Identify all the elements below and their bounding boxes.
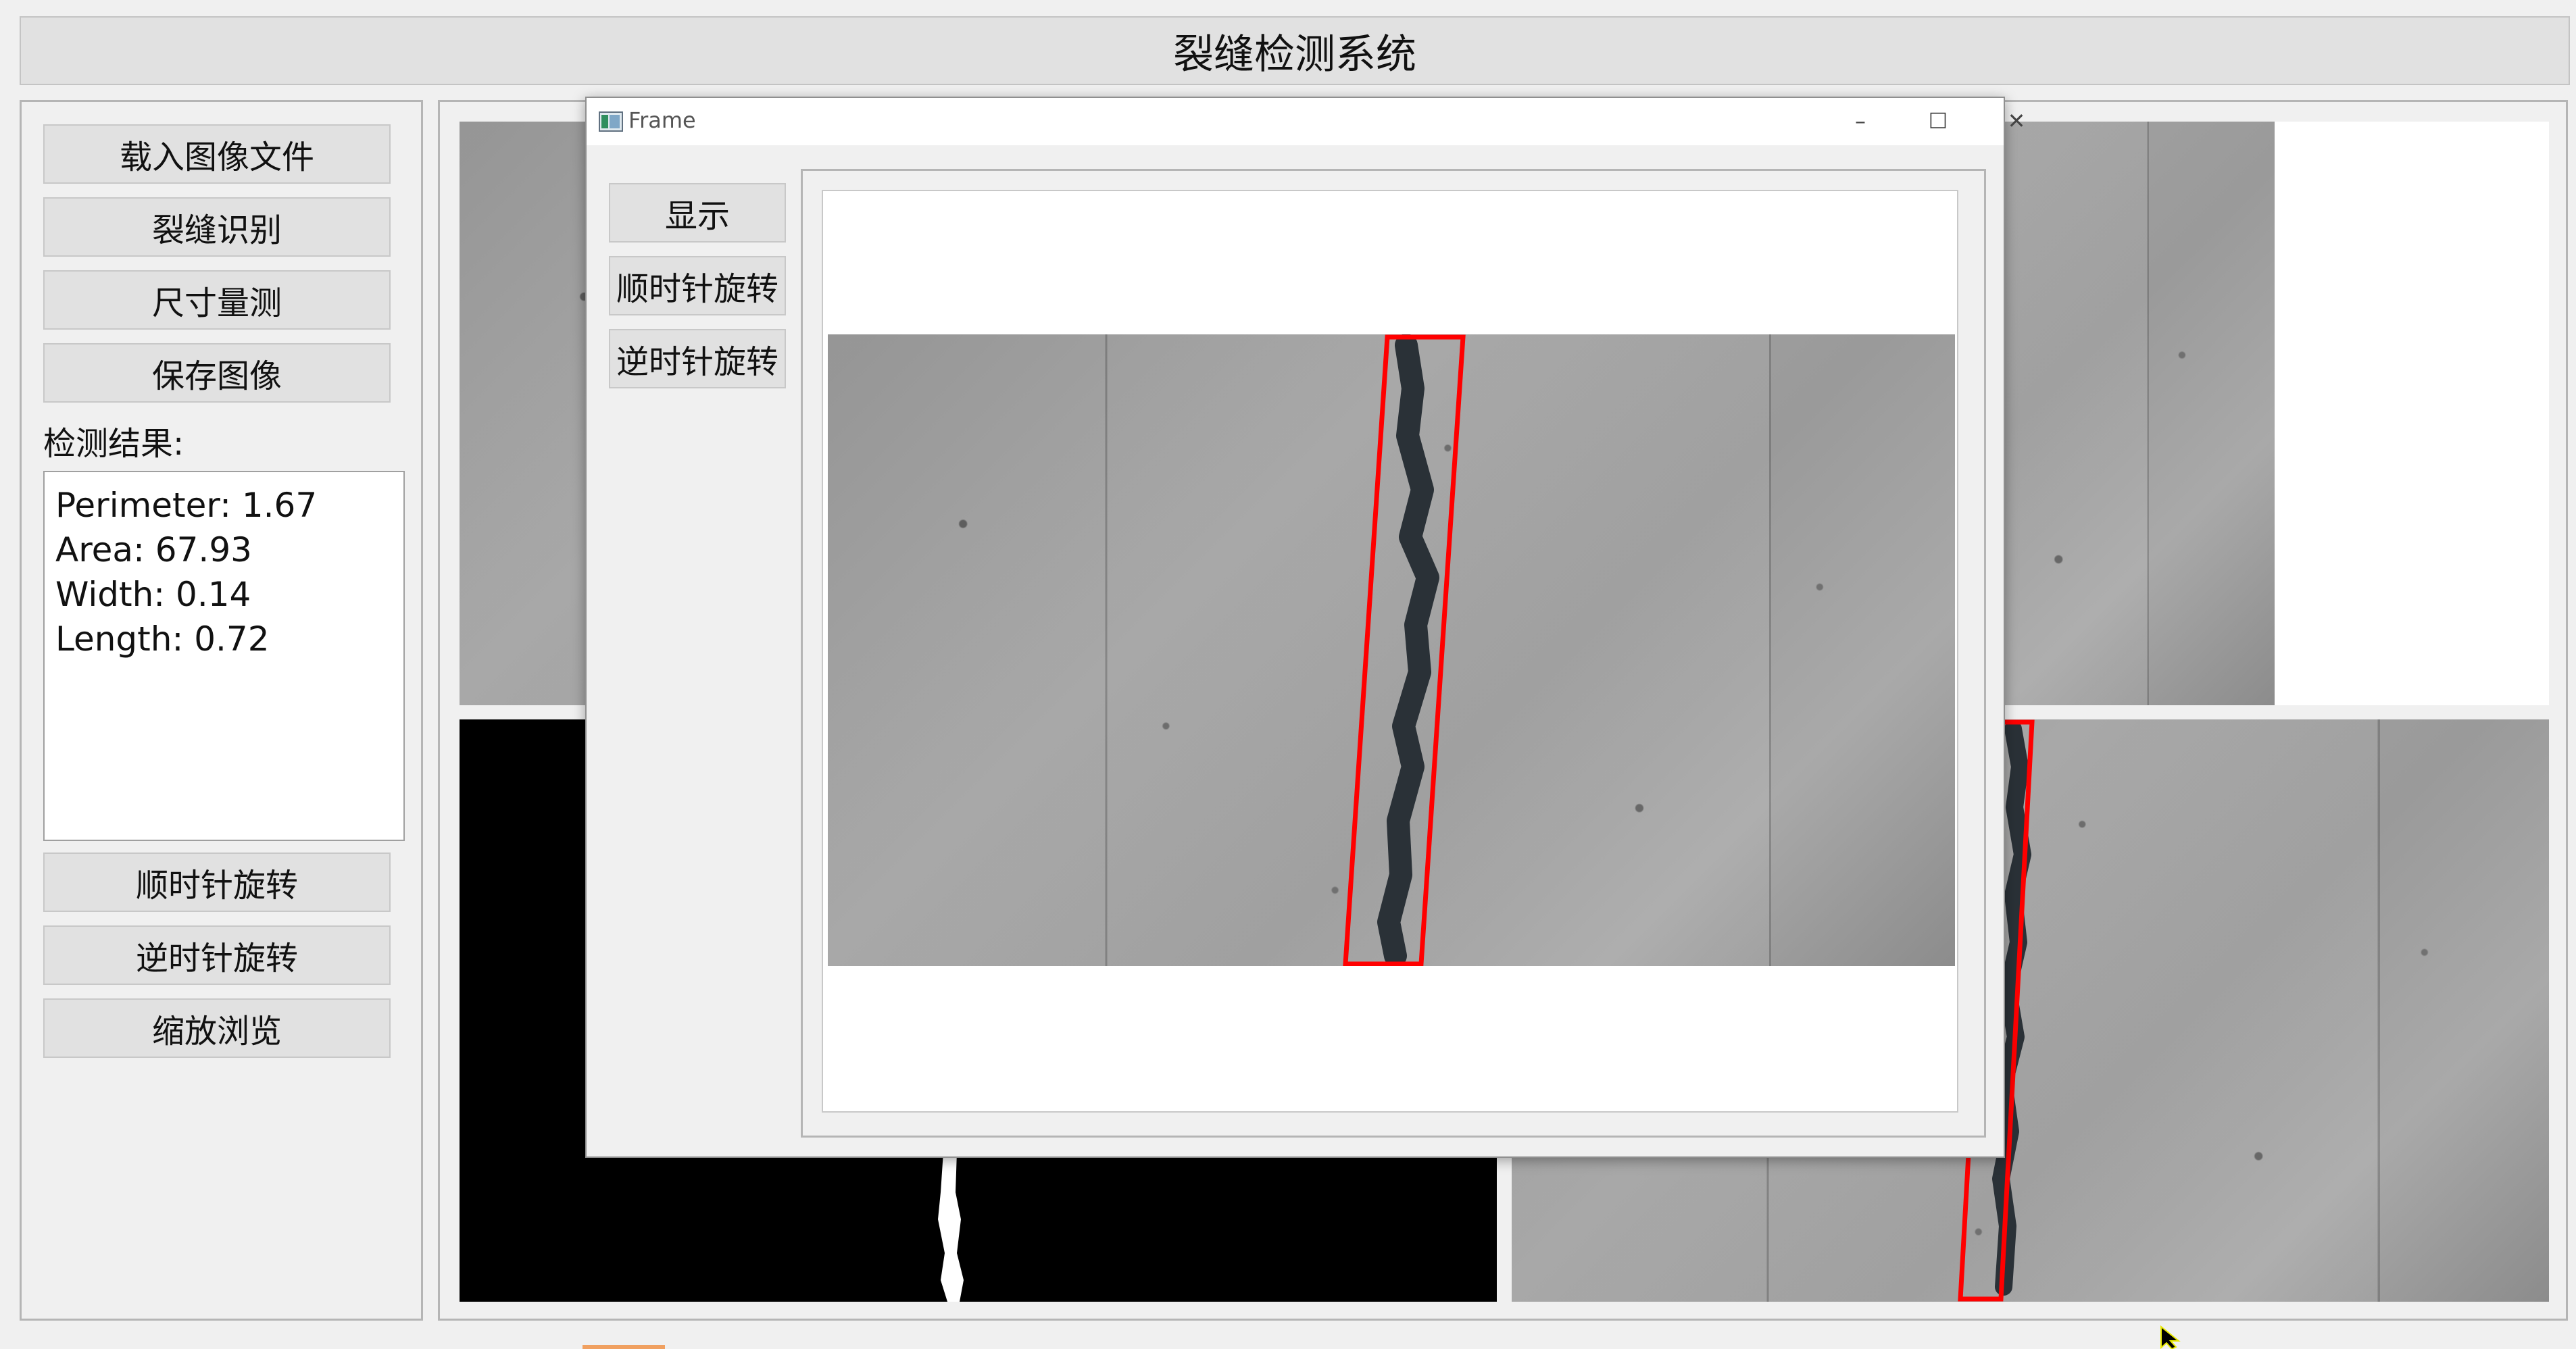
dialog-title: Frame: [628, 107, 696, 133]
result-textbox[interactable]: Perimeter: 1.67 Area: 67.93 Width: 0.14 …: [43, 471, 405, 841]
close-icon[interactable]: ✕: [1989, 103, 2044, 138]
show-button[interactable]: 显示: [609, 183, 786, 243]
rotate-clockwise-button[interactable]: 顺时针旋转: [43, 852, 391, 912]
dialog-detection-image: [828, 334, 1955, 966]
dialog-image-canvas: [822, 190, 1958, 1113]
size-measure-button[interactable]: 尺寸量测: [43, 270, 391, 330]
dialog-rotate-counterclockwise-button[interactable]: 逆时针旋转: [609, 329, 786, 388]
rotate-counterclockwise-button[interactable]: 逆时针旋转: [43, 925, 391, 985]
app-window-icon: [599, 111, 623, 132]
dialog-image-view: [801, 169, 1986, 1138]
zoom-browse-button[interactable]: 缩放浏览: [43, 998, 391, 1058]
app-title: 裂缝检测系统: [20, 16, 2570, 85]
frame-dialog[interactable]: Frame – ☐ ✕ 显示 顺时针旋转 逆时针旋转: [585, 97, 2025, 1158]
control-panel: 载入图像文件 裂缝识别 尺寸量测 保存图像 检测结果: Perimeter: 1…: [20, 100, 423, 1321]
minimize-icon[interactable]: –: [1833, 103, 1887, 138]
save-image-button[interactable]: 保存图像: [43, 343, 391, 403]
crack-recognition-button[interactable]: 裂缝识别: [43, 197, 391, 257]
width-value: Width: 0.14: [55, 575, 251, 614]
dialog-rotate-clockwise-button[interactable]: 顺时针旋转: [609, 256, 786, 315]
result-label: 检测结果:: [43, 425, 184, 463]
perimeter-value: Perimeter: 1.67: [55, 486, 318, 525]
taskbar-indicator: [583, 1345, 665, 1349]
dialog-titlebar[interactable]: Frame – ☐ ✕: [587, 98, 2025, 145]
length-value: Length: 0.72: [55, 619, 270, 659]
dialog-detection-overlay: [1343, 334, 1466, 966]
load-image-button[interactable]: 载入图像文件: [43, 124, 391, 184]
area-value: Area: 67.93: [55, 530, 252, 569]
maximize-icon[interactable]: ☐: [1911, 103, 1965, 138]
mouse-cursor-icon: [2160, 1325, 2181, 1349]
